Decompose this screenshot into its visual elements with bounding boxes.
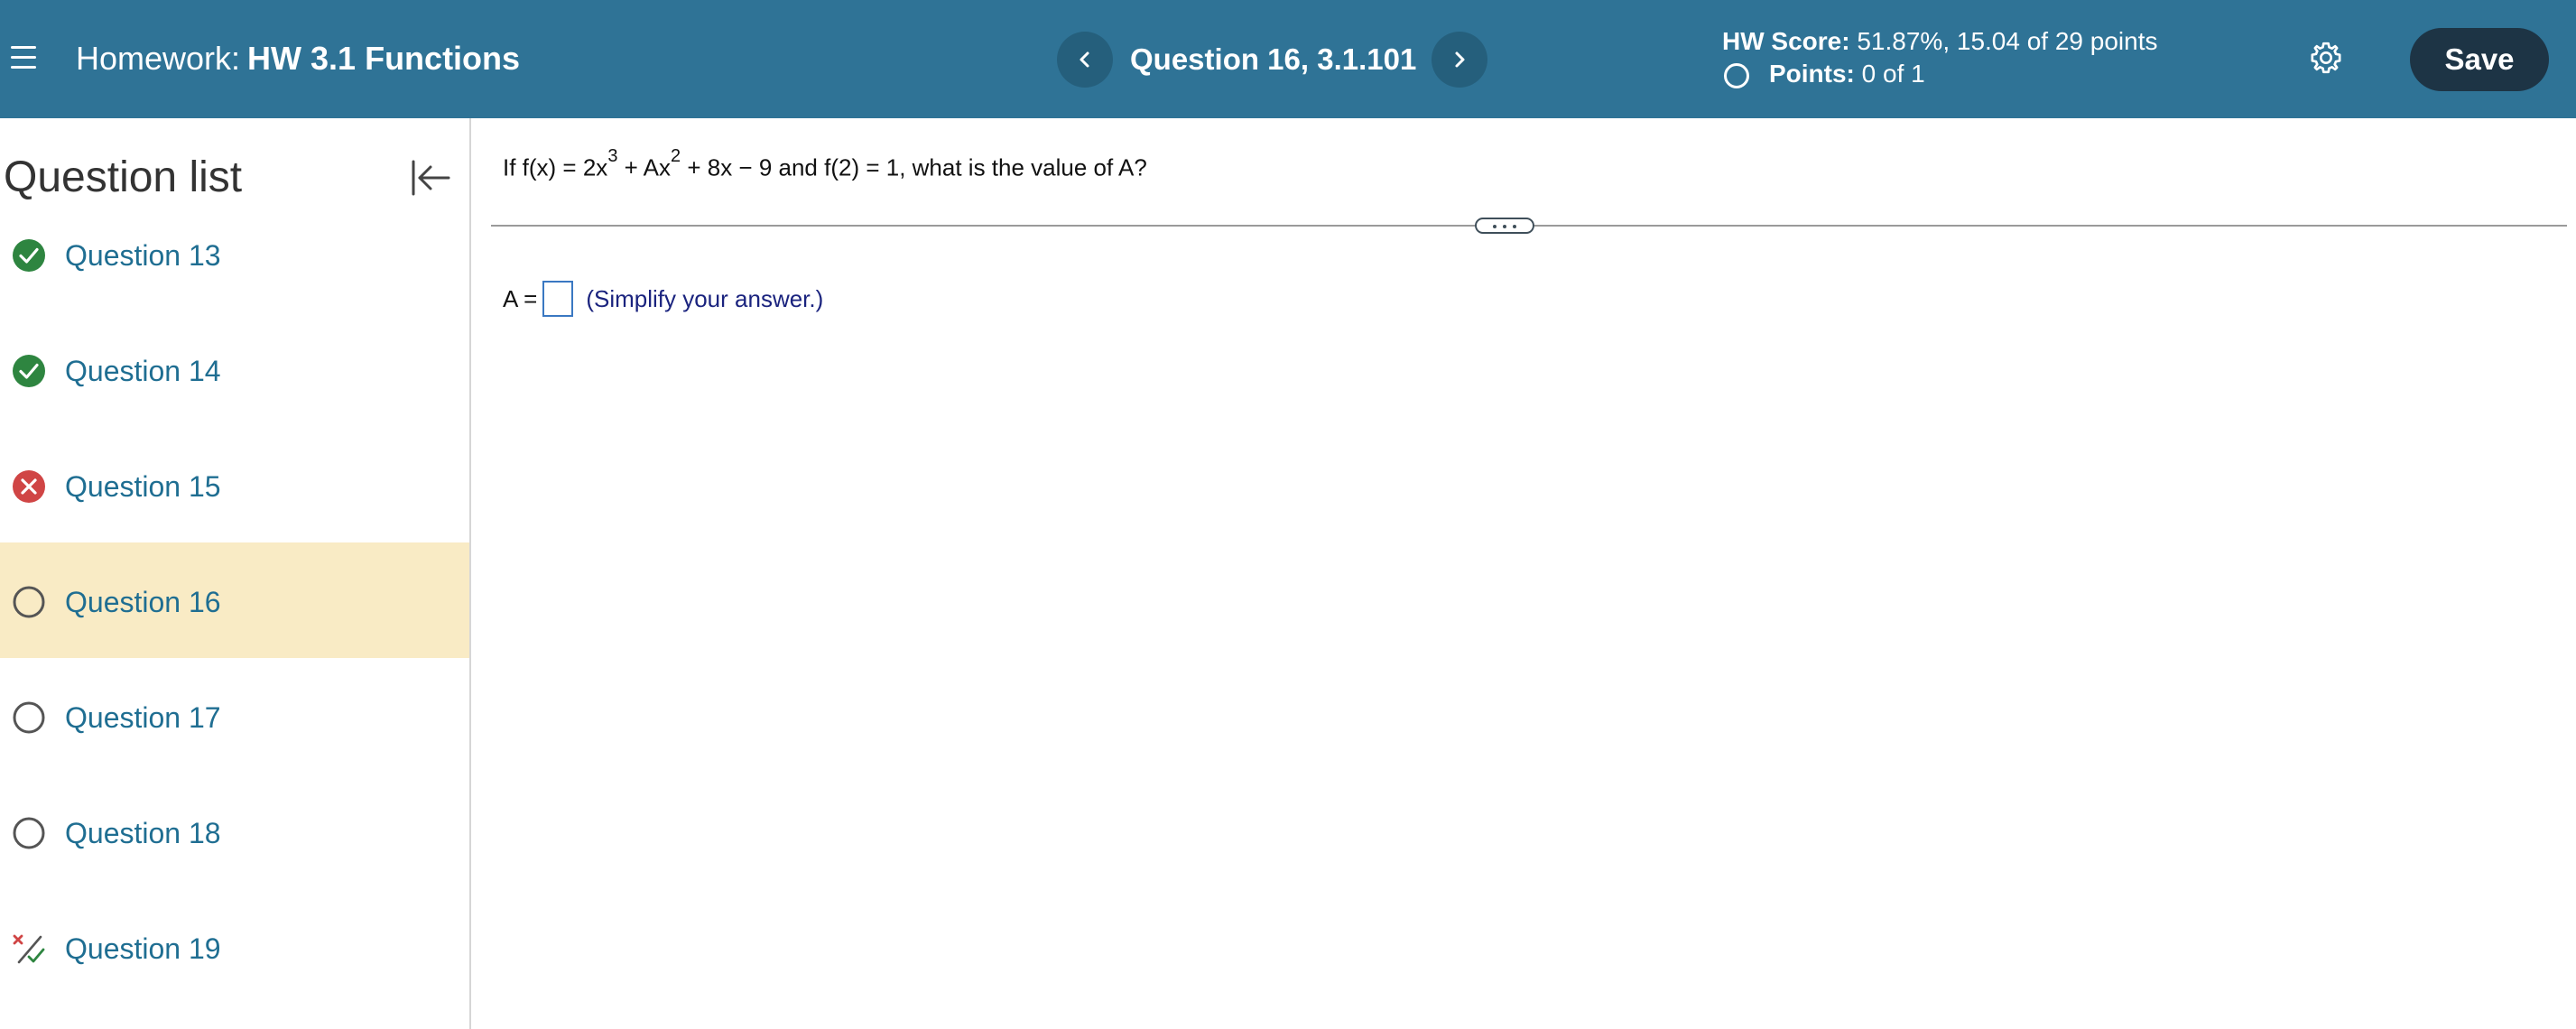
homework-prefix: Homework: [76,40,241,77]
check-circle-icon [13,355,45,387]
points-label: Points: [1769,60,1855,88]
score-block: HW Score: 51.87%, 15.04 of 29 points Poi… [1722,25,2158,90]
menu-icon[interactable] [11,44,38,71]
gear-icon[interactable] [2308,40,2344,76]
question-prompt: If f(x) = 2x3 + Ax2 + 8x − 9 and f(2) = … [503,145,1147,184]
answer-label: A = [503,285,538,313]
question-list-item-16[interactable]: Question 16 [0,542,469,658]
question-label: Question 15 [65,470,221,503]
points-value: 0 of 1 [1861,60,1925,88]
points-status-icon [1724,63,1749,88]
top-header: Homework: HW 3.1 Functions Question 16, 3… [0,0,2576,118]
prompt-text-3: + 8x − 9 and f(2) = 1, what is the value… [681,153,1147,181]
homework-title: Homework: HW 3.1 Functions [76,40,520,78]
question-pane: If f(x) = 2x3 + Ax2 + 8x − 9 and f(2) = … [473,118,2576,1029]
question-label: Question 16 [65,586,221,618]
empty-circle-icon [13,701,45,734]
answer-hint: (Simplify your answer.) [586,285,824,313]
question-list-item-19[interactable]: Question 19 [0,889,469,1005]
exponent-1: 3 [607,146,618,166]
prompt-text-1: If f(x) = 2x [503,153,608,181]
divider-handle[interactable] [1475,218,1534,234]
save-button[interactable]: Save [2410,28,2549,91]
previous-question-button[interactable] [1057,32,1113,88]
check-circle-icon [13,239,45,272]
answer-input[interactable] [542,281,574,318]
question-list-item-13[interactable]: Question 13 [0,196,469,311]
question-list-item-18[interactable]: Question 18 [0,774,469,889]
collapse-sidebar-icon[interactable] [409,156,452,199]
question-label: Question 19 [65,932,221,965]
points: Points: 0 of 1 [1722,58,2158,90]
question-label: Question 17 [65,701,221,734]
homework-name: HW 3.1 Functions [247,40,521,77]
hw-score-value: 51.87%, 15.04 of 29 points [1857,27,2158,55]
empty-circle-icon [13,586,45,618]
question-label: Question 18 [65,817,221,849]
question-list-sidebar: Question list Question 13 Question 14 Qu… [0,118,471,1029]
empty-circle-icon [13,817,45,849]
question-label: Question 14 [65,355,221,387]
answer-row: A = (Simplify your answer.) [503,279,824,318]
x-circle-icon [13,470,45,503]
question-label: Question 13 [65,239,221,272]
chevron-right-icon [1455,51,1465,68]
hw-score: HW Score: 51.87%, 15.04 of 29 points [1722,25,2158,58]
question-list-item-17[interactable]: Question 17 [0,658,469,774]
question-list-item-15[interactable]: Question 15 [0,427,469,542]
hw-score-label: HW Score: [1722,27,1850,55]
question-list-item-14[interactable]: Question 14 [0,311,469,427]
next-question-button[interactable] [1432,32,1487,88]
question-title: Question 16, 3.1.101 [1130,42,1417,76]
prompt-text-2: + Ax [617,153,671,181]
exponent-2: 2 [670,146,681,166]
chevron-left-icon [1080,51,1089,68]
partial-credit-icon [13,934,45,964]
